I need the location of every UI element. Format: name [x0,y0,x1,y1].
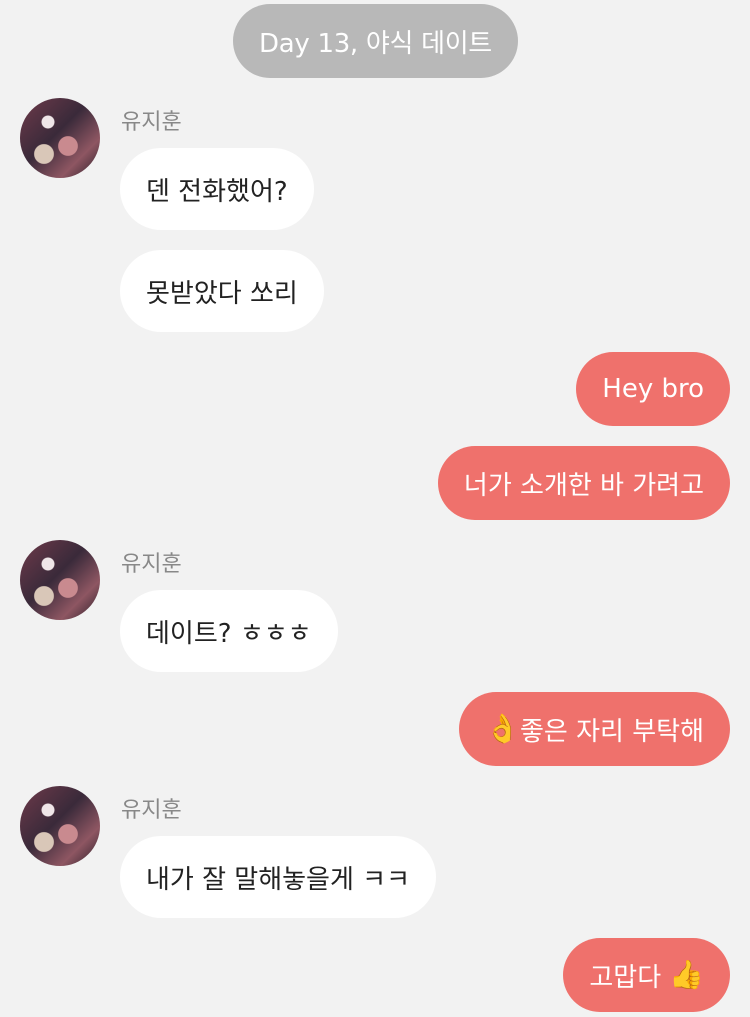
day-separator-badge: Day 13, 야식 데이트 [233,4,518,78]
outgoing-message-bubble[interactable]: 너가 소개한 바 가려고 [437,446,730,520]
message-text: 좋은 자리 부탁해 [520,716,704,747]
message-text: 못받았다 쏘리 [146,278,298,309]
message-text: 덴 전화했어? [146,176,288,207]
day-separator-label: Day 13, 야식 데이트 [259,28,492,59]
message-text: Hey bro [602,374,704,404]
message-text: 내가 잘 말해놓을게 ㅋㅋ [146,864,410,895]
sender-name: 유지훈 [121,798,182,823]
contact-avatar[interactable] [20,98,100,178]
sender-name: 유지훈 [121,110,182,135]
outgoing-message-bubble[interactable]: 👌 좋은 자리 부탁해 [459,692,730,766]
sender-name: 유지훈 [121,552,182,577]
incoming-message-bubble[interactable]: 내가 잘 말해놓을게 ㅋㅋ [120,836,436,918]
thumbs-up-emoji-icon: 👍 [669,958,704,991]
message-text: 데이트? ㅎㅎㅎ [146,618,312,649]
ok-hand-emoji-icon: 👌 [485,712,521,745]
outgoing-message-bubble[interactable]: 고맙다 👍 [563,938,730,1012]
contact-avatar[interactable] [20,786,100,866]
incoming-message-bubble[interactable]: 데이트? ㅎㅎㅎ [120,590,338,672]
message-text: 너가 소개한 바 가려고 [463,470,704,501]
outgoing-message-bubble[interactable]: Hey bro [576,352,730,426]
contact-avatar[interactable] [20,540,100,620]
message-text: 고맙다 [589,962,662,993]
incoming-message-bubble[interactable]: 덴 전화했어? [120,148,314,230]
incoming-message-bubble[interactable]: 못받았다 쏘리 [120,250,324,332]
